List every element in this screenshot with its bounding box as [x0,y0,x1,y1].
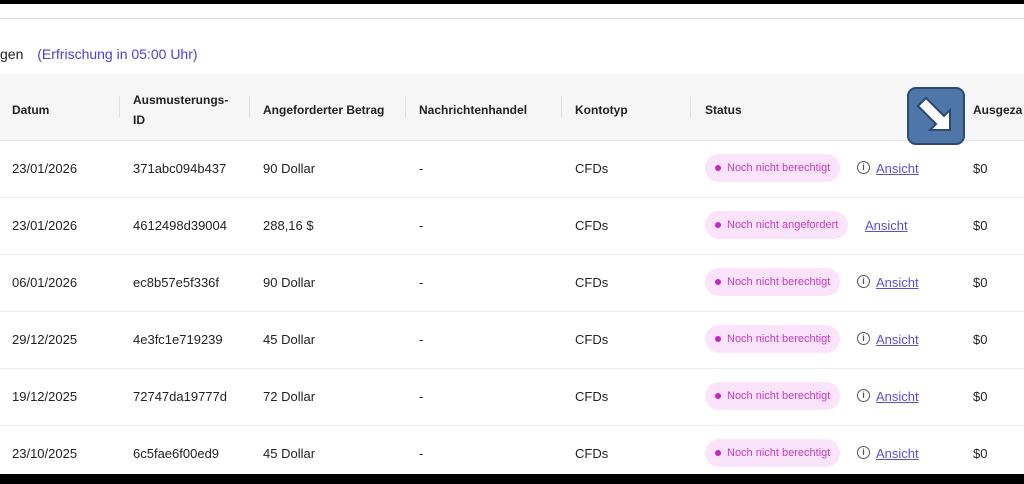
cell-nachrichten: - [419,446,424,461]
cell-betrag: 90 Dollar [263,275,316,290]
cell-nachrichten: - [419,332,424,347]
status-label: Noch nicht berechtigt [727,390,831,402]
status-badge: Noch nicht berechtigt [705,325,841,353]
section-title-text: gen [0,46,24,62]
section-title: gen (Erfrischung in 05:00 Uhr) [0,46,198,64]
cell-id: 4612498d39004 [133,218,227,233]
table-row: 29/12/2025 4e3fc1e719239 45 Dollar - CFDs Noc… [0,311,1024,369]
cell-betrag: 288,16 $ [263,218,314,233]
view-link[interactable]: Ansicht [876,368,919,425]
info-icon[interactable]: i [857,389,870,402]
col-divider [249,96,250,118]
status-badge: Noch nicht berechtigt [705,439,841,467]
refresh-timer: (Erfrischung in 05:00 Uhr) [37,46,198,62]
cell-datum: 23/10/2025 [12,446,78,461]
cell-betrag: 72 Dollar [263,389,316,404]
cell-datum: 19/12/2025 [12,389,78,404]
arrow-cursor-icon [907,87,965,145]
cell-nachrichten: - [419,389,424,404]
status-badge: Noch nicht angefordert [705,211,849,239]
col-datum: Datum [12,103,50,117]
status-label: Noch nicht berechtigt [727,276,831,288]
cell-id: 72747da19777d [133,389,227,404]
col-divider [405,96,406,118]
status-label: Noch nicht berechtigt [727,447,831,459]
col-divider [119,96,120,118]
app-frame: gen (Erfrischung in 05:00 Uhr) Datum Aus… [0,4,1024,474]
cell-datum: 23/01/2026 [12,161,78,176]
col-status: Status [705,103,742,117]
table-row: 19/12/2025 72747da19777d 72 Dollar - CFDs Noc… [0,368,1024,426]
cell-datum: 29/12/2025 [12,332,78,347]
table-header: Datum Ausmusterungs-ID Angeforderter Bet… [0,74,1024,141]
cell-ausgezahlt: $0 [973,161,988,176]
cell-nachrichten: - [419,161,424,176]
table-row: 23/10/2025 6c5fae6f00ed9 45 Dollar - CFDs Noc… [0,425,1024,474]
cell-kontotyp: CFDs [575,275,609,290]
col-nachrichten: Nachrichtenhandel [419,103,528,117]
status-label: Noch nicht angefordert [727,219,839,231]
view-link[interactable]: Ansicht [876,425,919,474]
col-divider [561,96,562,118]
cell-datum: 23/01/2026 [12,218,78,233]
top-divider [0,18,1024,19]
cell-ausgezahlt: $0 [973,332,988,347]
cell-ausgezahlt: $0 [973,389,988,404]
view-link[interactable]: Ansicht [876,311,919,368]
view-link[interactable]: Ansicht [876,140,919,197]
status-label: Noch nicht berechtigt [727,333,831,345]
table-row: 06/01/2026 ec8b57e5f336f 90 Dollar - CFDs Noc… [0,254,1024,312]
status-dot-icon [715,165,721,171]
view-link[interactable]: Ansicht [865,197,908,254]
cell-ausgezahlt: $0 [973,275,988,290]
cell-kontotyp: CFDs [575,332,609,347]
cell-nachrichten: - [419,218,424,233]
info-icon[interactable]: i [857,275,870,288]
cell-kontotyp: CFDs [575,446,609,461]
cell-betrag: 45 Dollar [263,446,316,461]
status-dot-icon [715,450,721,456]
info-icon[interactable]: i [857,446,870,459]
cell-betrag: 45 Dollar [263,332,316,347]
status-dot-icon [715,336,721,342]
status-badge: Noch nicht berechtigt [705,154,841,182]
cell-kontotyp: CFDs [575,161,609,176]
info-icon[interactable]: i [857,161,870,174]
cell-nachrichten: - [419,275,424,290]
col-divider [690,96,691,118]
col-betrag: Angeforderter Betrag [263,103,385,117]
status-dot-icon [715,393,721,399]
cell-ausgezahlt: $0 [973,218,988,233]
view-link[interactable]: Ansicht [876,254,919,311]
cell-kontotyp: CFDs [575,389,609,404]
bottom-bar [0,474,1024,484]
cell-id: 371abc094b437 [133,161,227,176]
status-label: Noch nicht berechtigt [727,162,831,174]
table-row: 23/01/2026 4612498d39004 288,16 $ - CFDs Noch… [0,197,1024,255]
cell-datum: 06/01/2026 [12,275,78,290]
status-dot-icon [715,279,721,285]
status-badge: Noch nicht berechtigt [705,268,841,296]
cell-id: ec8b57e5f336f [133,275,220,290]
cell-kontotyp: CFDs [575,218,609,233]
cell-ausgezahlt: $0 [973,446,988,461]
status-badge: Noch nicht berechtigt [705,382,841,410]
cell-id: 4e3fc1e719239 [133,332,223,347]
col-kontotyp: Kontotyp [575,103,628,117]
col-ausgezahlt: Ausgeza [973,103,1023,117]
info-icon[interactable]: i [857,332,870,345]
col-id: Ausmusterungs-ID [133,93,229,127]
table-row: 23/01/2026 371abc094b437 90 Dollar - CFDs Noc… [0,140,1024,198]
cell-betrag: 90 Dollar [263,161,316,176]
cell-id: 6c5fae6f00ed9 [133,446,220,461]
status-dot-icon [715,222,721,228]
